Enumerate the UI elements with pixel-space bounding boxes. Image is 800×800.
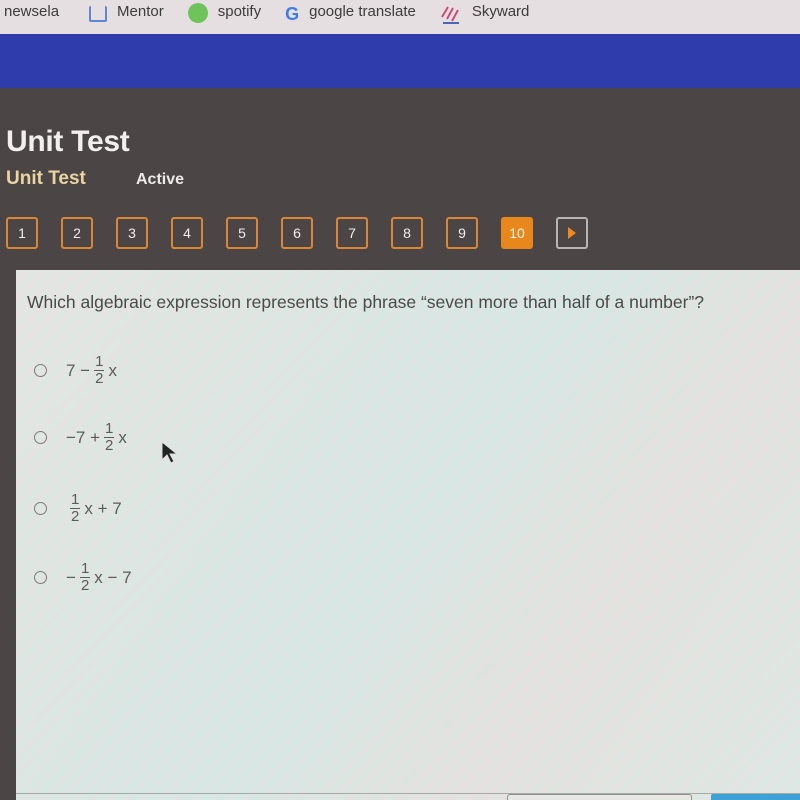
fraction-denominator: 2 bbox=[80, 577, 90, 595]
bookmark-label: Skyward bbox=[471, 2, 530, 20]
app-header-bar bbox=[0, 34, 800, 88]
question-button-2[interactable]: 2 bbox=[61, 217, 93, 249]
option-expression: 7 − 1 2 x bbox=[64, 353, 119, 388]
answer-option-d[interactable]: − 1 2 x − 7 bbox=[34, 560, 134, 595]
expr-prefix: − bbox=[66, 567, 76, 587]
expr-prefix: −7 + bbox=[66, 427, 101, 447]
fraction-numerator: 1 bbox=[105, 420, 114, 437]
secondary-button[interactable] bbox=[507, 794, 692, 800]
question-button-4[interactable]: 4 bbox=[171, 217, 203, 249]
bookmark-skyward[interactable]: Skyward bbox=[440, 0, 530, 34]
fraction-denominator: 2 bbox=[105, 437, 114, 455]
bookmark-label: Mentor bbox=[117, 2, 164, 20]
option-expression: −7 + 1 2 x bbox=[64, 420, 129, 455]
radio-button[interactable] bbox=[34, 502, 47, 516]
fraction: 1 2 bbox=[94, 353, 105, 388]
question-button-10[interactable]: 10 bbox=[501, 217, 533, 249]
expr-prefix: 7 − bbox=[66, 360, 91, 380]
skyward-icon bbox=[440, 5, 462, 25]
expr-suffix: x bbox=[118, 427, 127, 447]
fraction: 1 2 bbox=[80, 560, 91, 595]
answer-option-b[interactable]: −7 + 1 2 x bbox=[34, 420, 129, 455]
bookmark-label: newsela bbox=[4, 2, 60, 20]
question-text: Which algebraic expression represents th… bbox=[27, 292, 705, 312]
bookmark-label: google translate bbox=[309, 2, 416, 20]
bookmarks-bar: newsela Mentor spotify G google translat… bbox=[0, 0, 800, 34]
expr-suffix: x + 7 bbox=[84, 498, 122, 518]
question-button-9[interactable]: 9 bbox=[446, 217, 478, 249]
mentor-icon bbox=[89, 6, 108, 22]
primary-button[interactable] bbox=[711, 794, 800, 800]
question-button-1[interactable]: 1 bbox=[6, 217, 38, 249]
question-button-7[interactable]: 7 bbox=[336, 217, 368, 249]
question-panel: Which algebraic expression represents th… bbox=[16, 270, 800, 800]
expr-suffix: x − 7 bbox=[94, 567, 132, 587]
answer-option-a[interactable]: 7 − 1 2 x bbox=[34, 353, 119, 388]
spotify-icon bbox=[187, 3, 208, 23]
radio-button[interactable] bbox=[34, 364, 47, 378]
bookmark-google-translate[interactable]: G google translate bbox=[285, 0, 416, 34]
question-button-3[interactable]: 3 bbox=[116, 217, 148, 249]
bookmark-mentor[interactable]: Mentor bbox=[89, 0, 164, 34]
activity-subtitle: Unit Test bbox=[6, 168, 86, 189]
next-question-button[interactable] bbox=[556, 217, 588, 249]
fraction-denominator: 2 bbox=[71, 508, 80, 526]
fraction-numerator: 1 bbox=[95, 353, 104, 370]
bookmark-newsela[interactable]: newsela bbox=[4, 0, 59, 34]
option-expression: 1 2 x + 7 bbox=[64, 491, 124, 526]
play-arrow-icon bbox=[568, 227, 576, 239]
status-label: Active bbox=[136, 171, 185, 188]
radio-button[interactable] bbox=[34, 431, 47, 445]
fraction: 1 2 bbox=[104, 420, 115, 455]
option-expression: − 1 2 x − 7 bbox=[64, 560, 134, 595]
question-button-5[interactable]: 5 bbox=[226, 217, 258, 249]
google-icon: G bbox=[285, 3, 300, 24]
expr-suffix: x bbox=[108, 360, 117, 380]
fraction: 1 2 bbox=[70, 491, 81, 526]
question-button-6[interactable]: 6 bbox=[281, 217, 313, 249]
bookmark-spotify[interactable]: spotify bbox=[187, 0, 262, 34]
fraction-denominator: 2 bbox=[95, 370, 104, 388]
bookmark-label: spotify bbox=[217, 2, 262, 20]
question-button-8[interactable]: 8 bbox=[391, 217, 423, 249]
answer-option-c[interactable]: 1 2 x + 7 bbox=[34, 491, 124, 526]
fraction-numerator: 1 bbox=[80, 560, 90, 577]
fraction-numerator: 1 bbox=[71, 491, 80, 508]
question-navigator: 1 2 3 4 5 6 7 8 9 10 bbox=[6, 217, 588, 249]
page-title: Unit Test bbox=[6, 125, 130, 158]
radio-button[interactable] bbox=[34, 571, 47, 585]
